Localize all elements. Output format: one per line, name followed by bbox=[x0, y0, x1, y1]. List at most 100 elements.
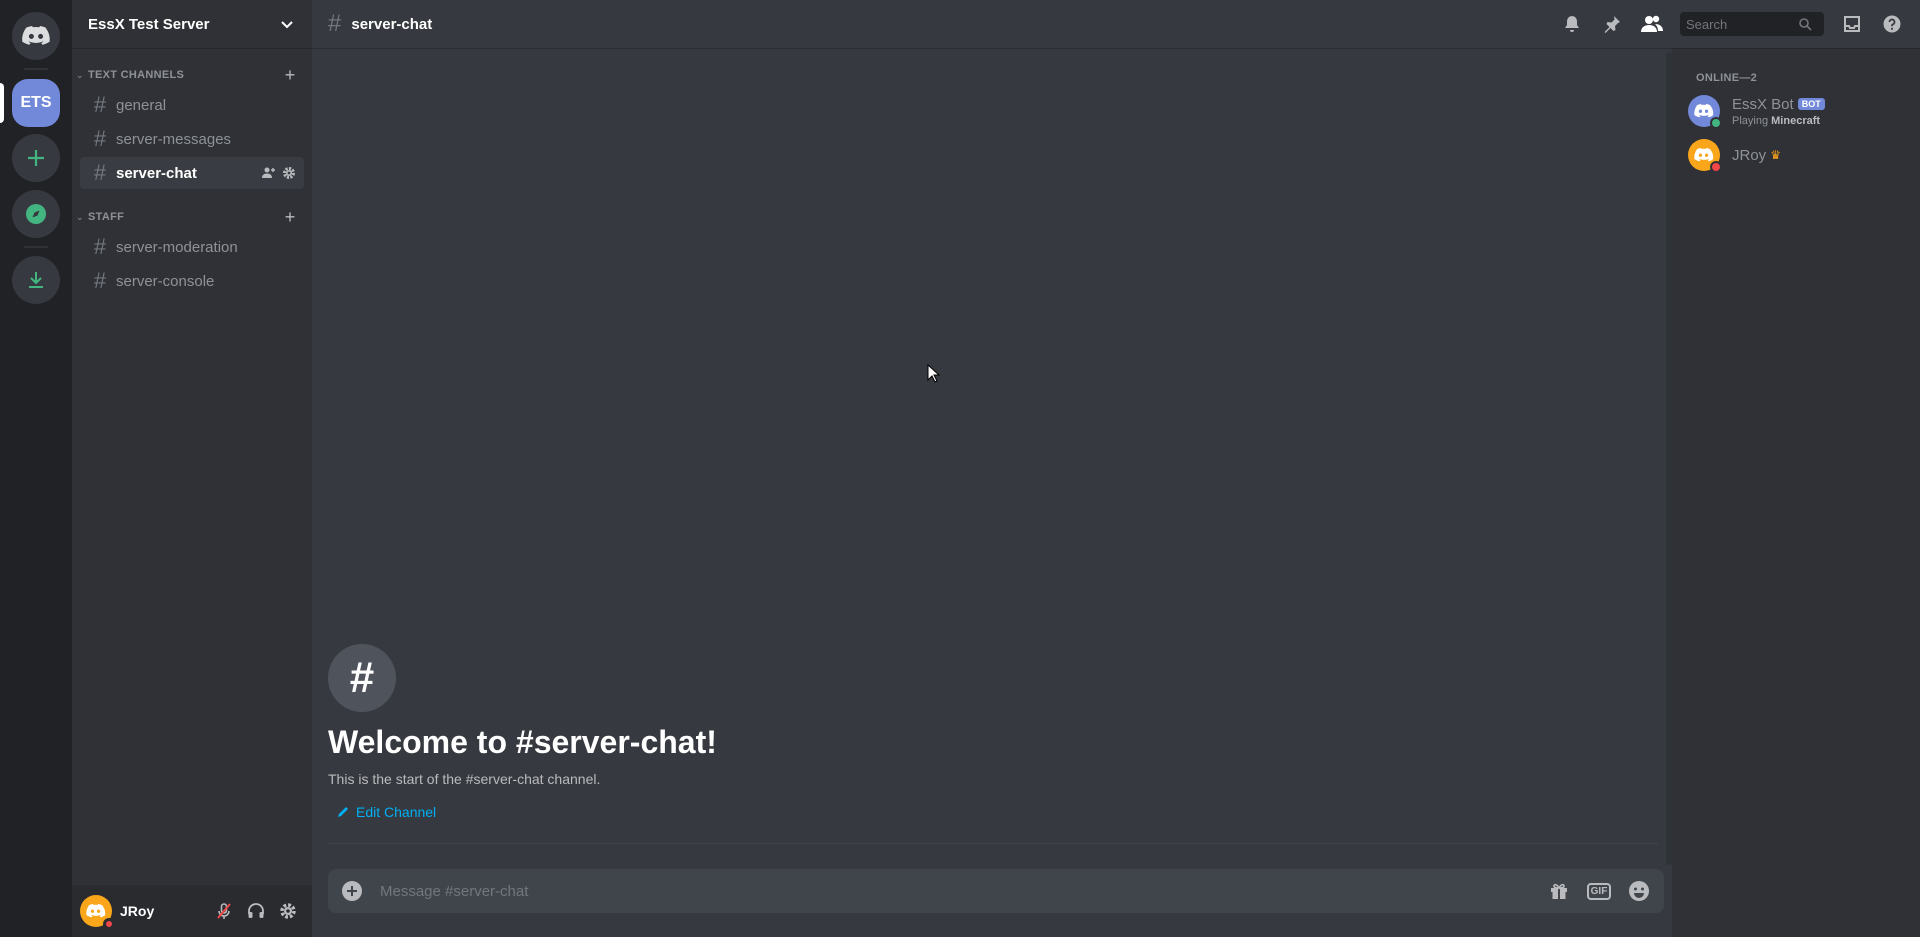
message-input[interactable] bbox=[380, 882, 1546, 900]
discord-logo-icon bbox=[22, 26, 50, 45]
discord-app: ETS EssX Test Server ⌄ TEXT CHANNELS + #… bbox=[0, 0, 1920, 937]
discord-avatar-icon bbox=[1694, 148, 1714, 162]
member-list-toggle[interactable] bbox=[1640, 12, 1664, 36]
help-button[interactable] bbox=[1880, 12, 1904, 36]
gift-icon bbox=[1551, 883, 1567, 899]
channel-welcome: # Welcome to #server-chat! This is the s… bbox=[328, 644, 1648, 824]
dnd-status-indicator bbox=[1710, 161, 1722, 173]
inbox-button[interactable] bbox=[1840, 12, 1864, 36]
activity-prefix: Playing bbox=[1732, 114, 1769, 127]
guild-rail: ETS bbox=[0, 0, 72, 937]
members-online-header: ONLINE—2 bbox=[1696, 72, 1758, 84]
deafen-button[interactable] bbox=[240, 895, 272, 927]
category-staff[interactable]: ⌄ STAFF + bbox=[72, 207, 312, 227]
guild-ets[interactable]: ETS bbox=[12, 79, 60, 127]
download-icon bbox=[29, 272, 43, 288]
divider bbox=[328, 843, 1658, 844]
activity-game: Minecraft bbox=[1771, 114, 1821, 127]
server-header[interactable]: EssX Test Server bbox=[72, 0, 312, 48]
category-text-channels[interactable]: ⌄ TEXT CHANNELS + bbox=[72, 65, 312, 85]
avatar bbox=[1688, 95, 1722, 129]
edit-channel-link[interactable]: Edit Channel bbox=[336, 804, 436, 820]
notification-settings-button[interactable] bbox=[1560, 12, 1584, 36]
emoji-button[interactable] bbox=[1626, 878, 1652, 904]
channel-server-chat[interactable]: # server-chat bbox=[80, 157, 304, 189]
chevron-down-icon: ⌄ bbox=[76, 69, 84, 80]
channel-server-console[interactable]: # server-console bbox=[80, 265, 304, 297]
member-name: EssX Bot bbox=[1732, 95, 1794, 113]
rail-separator bbox=[24, 246, 48, 248]
message-composer: GIF bbox=[328, 869, 1664, 913]
online-status-indicator bbox=[1710, 117, 1722, 129]
crown-icon: ♛ bbox=[1770, 148, 1781, 162]
channel-name: server-console bbox=[116, 272, 215, 290]
text-channel-icon: # bbox=[328, 10, 342, 37]
channel-sidebar: EssX Test Server ⌄ TEXT CHANNELS + # gen… bbox=[72, 0, 312, 937]
download-apps-button[interactable] bbox=[12, 256, 60, 304]
channel-title: server-chat bbox=[351, 15, 433, 33]
user-settings-button[interactable] bbox=[272, 895, 304, 927]
discord-avatar-icon bbox=[86, 904, 106, 918]
headphones-icon bbox=[248, 903, 264, 918]
gif-button[interactable]: GIF bbox=[1586, 878, 1612, 904]
text-channel-icon: # bbox=[93, 268, 107, 293]
gear-icon[interactable] bbox=[282, 166, 296, 180]
category-label: TEXT CHANNELS bbox=[88, 69, 185, 81]
channel-hash-icon: # bbox=[328, 644, 396, 712]
bell-icon bbox=[1565, 16, 1579, 32]
bot-badge: BOT bbox=[1797, 98, 1825, 110]
member-jroy[interactable]: JRoy ♛ bbox=[1680, 134, 1904, 176]
user-panel: JRoy bbox=[72, 885, 312, 937]
gift-button[interactable] bbox=[1546, 878, 1572, 904]
channel-name: server-messages bbox=[116, 130, 232, 148]
plus-icon bbox=[28, 150, 44, 166]
pencil-icon bbox=[338, 807, 348, 817]
add-server-button[interactable] bbox=[12, 134, 60, 182]
gear-icon bbox=[280, 903, 296, 919]
plus-circle-icon bbox=[342, 881, 362, 901]
chevron-down-icon: ⌄ bbox=[76, 211, 84, 222]
channel-general[interactable]: # general bbox=[80, 89, 304, 121]
text-channel-icon: # bbox=[93, 234, 107, 259]
member-list: ONLINE—2 EssX Bot BOT Playing Minecraft bbox=[1672, 48, 1920, 937]
compass-icon bbox=[26, 204, 46, 224]
selected-guild-indicator bbox=[0, 83, 4, 123]
member-essx-bot[interactable]: EssX Bot BOT Playing Minecraft bbox=[1680, 90, 1904, 132]
channel-name: server-moderation bbox=[116, 238, 238, 256]
search-input[interactable] bbox=[1686, 16, 1798, 32]
member-name: JRoy bbox=[1732, 146, 1767, 164]
avatar bbox=[1688, 139, 1722, 173]
text-channel-icon: # bbox=[93, 92, 107, 117]
category-label: STAFF bbox=[88, 211, 125, 223]
chat-area: # server-chat Search # Welcome to #serve… bbox=[312, 0, 1901, 937]
mute-button[interactable] bbox=[208, 895, 240, 927]
channel-name: server-chat bbox=[116, 164, 197, 182]
username: JRoy bbox=[120, 903, 155, 919]
edit-channel-label: Edit Channel bbox=[356, 804, 437, 820]
welcome-title: Welcome to #server-chat! bbox=[328, 724, 717, 760]
invite-icon[interactable] bbox=[262, 166, 276, 180]
discord-avatar-icon bbox=[1694, 104, 1714, 118]
create-channel-button[interactable]: + bbox=[280, 65, 300, 86]
text-channel-icon: # bbox=[93, 160, 107, 185]
members-icon bbox=[1641, 15, 1663, 32]
inbox-icon bbox=[1844, 16, 1860, 32]
channel-topbar: # server-chat bbox=[312, 0, 1920, 48]
pinned-messages-button[interactable] bbox=[1600, 12, 1624, 36]
channel-name: general bbox=[116, 96, 167, 114]
microphone-muted-icon bbox=[217, 903, 231, 919]
channel-server-moderation[interactable]: # server-moderation bbox=[80, 231, 304, 263]
text-channel-icon: # bbox=[93, 126, 107, 151]
server-name: EssX Test Server bbox=[88, 15, 210, 33]
search-box bbox=[1680, 12, 1824, 36]
avatar[interactable] bbox=[80, 895, 115, 930]
home-button[interactable] bbox=[12, 12, 60, 60]
mouse-cursor-icon bbox=[927, 364, 941, 383]
member-activity: Playing Minecraft bbox=[1732, 115, 1825, 127]
channel-server-messages[interactable]: # server-messages bbox=[80, 123, 304, 155]
upload-button[interactable] bbox=[340, 879, 364, 903]
create-channel-button[interactable]: + bbox=[280, 207, 300, 228]
dnd-status-indicator bbox=[103, 918, 115, 930]
explore-servers-button[interactable] bbox=[12, 190, 60, 238]
gif-label: GIF bbox=[1586, 882, 1612, 900]
